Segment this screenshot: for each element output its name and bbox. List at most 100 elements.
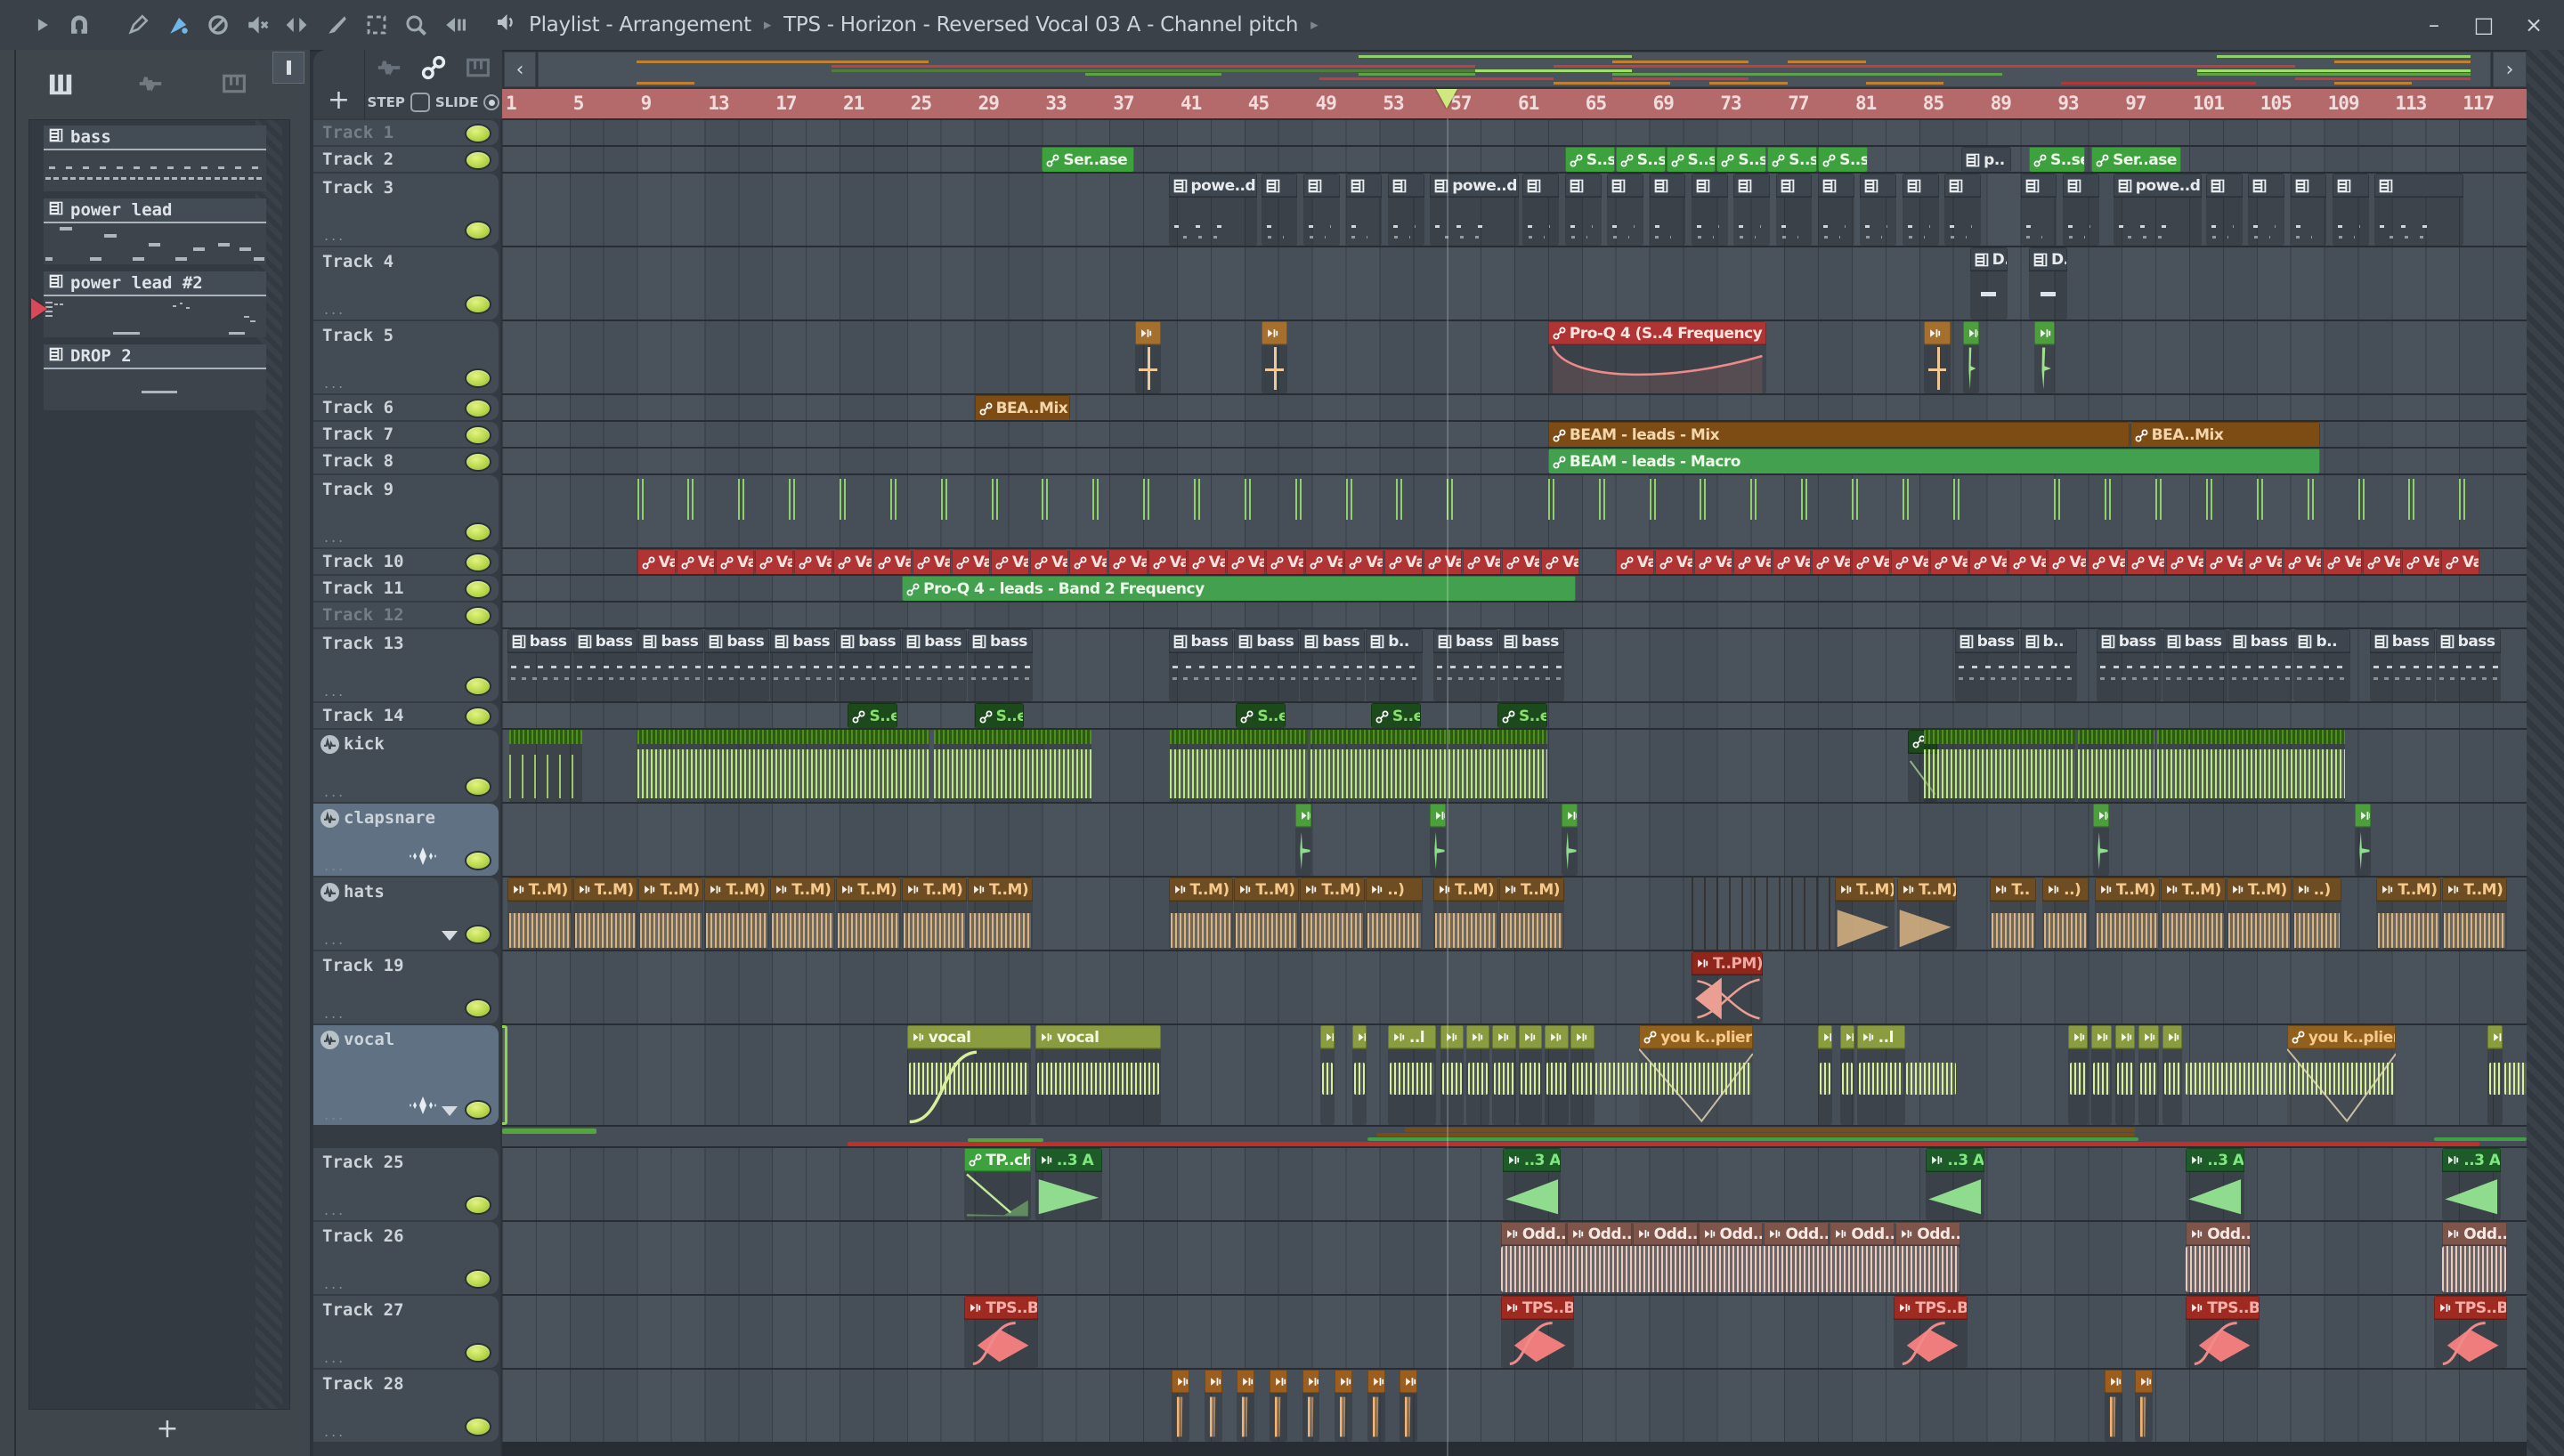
clip[interactable] [1492,1025,1516,1125]
clip-bass[interactable]: bass [770,629,836,701]
clip-val-[interactable]: Val.. [2284,549,2323,574]
playlist-grid[interactable]: Ser..ase S..se S..se S..se S..se S..se S..se p.… [502,118,2527,1456]
clip[interactable] [1294,804,1311,876]
clip[interactable] [1818,174,1854,246]
clip[interactable] [1345,174,1383,246]
clip-val-[interactable]: Val.. [2362,549,2401,574]
midi-category-icon[interactable] [221,71,247,100]
clip-t-m-[interactable]: T..M) [2442,878,2508,950]
mute-tool-icon[interactable] [242,11,272,39]
clip-tps-bpm-[interactable]: TPS..BPM) [964,1296,1038,1368]
track-mute-led[interactable] [465,925,491,944]
clip-bea-mix[interactable]: BEA..Mix [974,395,1070,420]
pattern-item-bass[interactable]: bass [44,125,266,191]
track-header-track-25[interactable]: Track 25... [313,1148,499,1220]
clip-t-m-[interactable]: T..M) [2226,878,2292,950]
playhead-marker[interactable] [1436,89,1458,109]
clip--3-a[interactable]: ..3 A [2442,1148,2501,1220]
track-options-dots[interactable]: ... [324,1275,345,1292]
track-header-track-4[interactable]: Track 4... [313,247,499,320]
track-mute-led[interactable] [465,1417,491,1436]
clip-val-[interactable]: Val.. [2205,549,2244,574]
track-lane-track-19[interactable]: T..PM) [502,951,2527,1023]
track-options-dots[interactable]: ... [324,857,345,874]
clip-val-[interactable]: Val.. [1773,549,1812,574]
clip[interactable] [2487,1025,2503,1125]
clip--3-a[interactable]: ..3 A [1035,1148,1102,1220]
clip-val-[interactable]: Val.. [2401,549,2440,574]
clip[interactable] [2114,1025,2136,1125]
clip--3-a[interactable]: ..3 A [2186,1148,2244,1220]
track-mute-led[interactable] [465,1269,491,1289]
clip-tps-bpm-[interactable]: TPS..BPM) [2186,1296,2260,1368]
clip-s-se[interactable]: S..se [1615,147,1666,172]
clip[interactable] [1818,1025,1833,1125]
clip-bass[interactable]: bass [1168,629,1234,701]
pattern-item-header[interactable]: bass [44,125,266,150]
clip-val-[interactable]: Val.. [1733,549,1773,574]
track-lane-track-14[interactable]: S..eq S..eq S..eq S..eq S..eq [502,703,2527,728]
clip[interactable] [1134,321,1161,393]
clip[interactable] [2248,174,2284,246]
clip-bea-mix[interactable]: BEA..Mix [2130,422,2320,447]
track-mute-led[interactable] [465,999,491,1018]
clip[interactable] [1518,1025,1543,1125]
select-tool-icon[interactable] [361,11,392,39]
clip-val-[interactable]: Val.. [2008,549,2048,574]
clip-val-[interactable]: Val.. [637,549,676,574]
clip-val-[interactable]: Val.. [872,549,912,574]
clip[interactable] [2033,321,2056,393]
clip[interactable] [502,1025,507,1125]
clip-vocal[interactable]: vocal [906,1025,1032,1125]
clip-b-[interactable]: b.. [2293,629,2350,701]
track-header-track-3[interactable]: Track 3... [313,174,499,246]
track-header-track-26[interactable]: Track 26... [313,1222,499,1294]
track-mute-led[interactable] [465,777,491,797]
clip[interactable] [2105,1370,2123,1442]
clip-val-[interactable]: Val.. [1148,549,1187,574]
playlist-title[interactable]: Playlist - Arrangement ▸ TPS - Horizon -… [495,0,1319,50]
track-lane-track-28[interactable] [502,1370,2527,1442]
clip[interactable] [1545,1025,1569,1125]
clip[interactable] [2162,1025,2183,1125]
clip-val-[interactable]: Val.. [715,549,755,574]
clip-val-[interactable]: Val.. [1654,549,1693,574]
clip[interactable] [1270,1370,1287,1442]
clip[interactable] [1261,174,1298,246]
track-lane-kick[interactable] [502,730,2527,802]
clip-t-m-[interactable]: T..M) [507,878,572,950]
slice-tool-icon[interactable] [322,11,353,39]
track-lane-track-3[interactable]: powe..d #2 powe..d #2 powe..d #2 [502,174,2527,246]
clip-t-m-[interactable]: T..M) [2376,878,2442,950]
track-mute-led[interactable] [465,399,491,418]
clip[interactable] [2091,1025,2112,1125]
clip[interactable] [1335,1370,1353,1442]
clip[interactable] [1924,730,2076,802]
clip-bass[interactable]: bass [1433,629,1498,701]
clip-val-[interactable]: Val.. [2244,549,2284,574]
clip-tps-bpm-[interactable]: TPS..BPM) [2433,1296,2508,1368]
clip-val-[interactable]: Val.. [1344,549,1383,574]
clip-val-[interactable]: Val.. [1969,549,2008,574]
clip[interactable] [1465,1025,1490,1125]
clip-bass[interactable]: bass [507,629,572,701]
track-mute-led[interactable] [465,221,491,240]
zoom-tool-icon[interactable] [401,11,431,39]
clip-val-[interactable]: Val.. [951,549,990,574]
clip-t-m-[interactable]: T..M) [1498,878,1564,950]
clip-s-eq[interactable]: S..eq [1370,703,1421,728]
track-options-dots[interactable]: ... [324,375,345,392]
clip[interactable] [2138,1025,2159,1125]
clip-t-m-[interactable]: T..M) [572,878,638,950]
track-lane-track-27[interactable]: TPS..BPM) TPS..BPM) TPS..BPM) TPS..BPM) TPS.… [502,1296,2527,1368]
pattern-item-power-lead[interactable]: power lead [44,198,266,264]
clip-val-[interactable]: Val.. [1890,549,1929,574]
clip-val-[interactable]: Val.. [1030,549,1069,574]
clip[interactable] [1775,174,1813,246]
clip[interactable] [1860,174,1897,246]
clip[interactable] [1430,804,1447,876]
clip-t-m-[interactable]: T..M) [770,878,836,950]
clip-bass[interactable]: bass [2096,629,2162,701]
track-lane-track-13[interactable]: bass bass bass bass bass bass bass bass bass bass… [502,629,2527,701]
add-track-button[interactable]: + [313,50,365,119]
